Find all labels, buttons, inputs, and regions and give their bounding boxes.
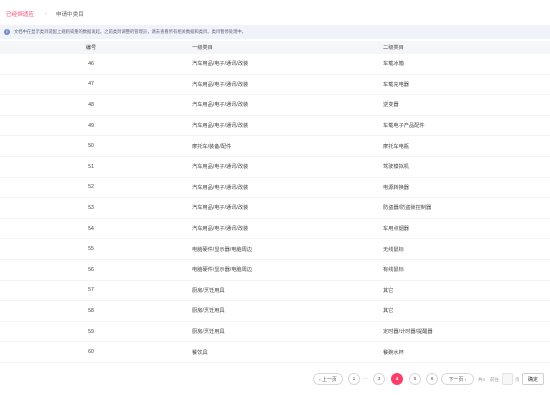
row-id: 50 [88,143,94,150]
row-level2: 驾驶模拟机 [383,164,409,171]
row-level2: 防盗器/防盗锁控制器 [383,205,432,212]
breadcrumb-parent-link[interactable]: 已经恒适应 [6,10,34,18]
row-id: 57 [88,287,94,294]
header-level1: 一级类目 [192,45,213,51]
row-id: 48 [88,101,94,108]
notice-banner: i 文档中在显示类目适配上规则或重的数据发起。之前类目调整的管理员，请去查看所有… [0,25,550,39]
row-id: 60 [88,349,94,356]
table-row: 53 汽车用品/电子/通讯/改装 防盗器/防盗锁控制器 [0,198,550,219]
table-row: 51 汽车用品/电子/通讯/改装 驾驶模拟机 [0,157,550,178]
page-button-5[interactable]: 5 [409,373,421,385]
row-level2: 定时器/计时器/提醒器 [383,329,433,336]
row-level1: 汽车用品/电子/通讯/改装 [192,205,249,212]
table-row: 47 汽车用品/电子/通讯/改装 车载充电器 [0,75,550,96]
row-id: 47 [88,81,94,88]
table-row: 52 汽车用品/电子/通讯/改装 电源转换器 [0,178,550,199]
row-level2: 餐碗水杯 [383,349,404,356]
goto-suffix: 页 [515,376,520,382]
next-page-button[interactable]: 下一页 › [441,373,474,385]
row-level2: 无线鼠标 [383,246,404,253]
row-id: 46 [88,60,94,67]
page-button-6[interactable]: 6 [426,373,438,385]
row-level2: 车载充电器 [383,81,409,88]
row-level2: 有线鼠标 [383,267,404,274]
row-level2: 逆变器 [383,102,399,109]
row-level1: 电脑硬件/显示器/电脑周边 [192,246,252,253]
pagination-ellipsis: ··· [363,376,368,382]
row-id: 59 [88,328,94,335]
row-level1: 厨房/烹饪用具 [192,329,225,336]
goto-confirm-button[interactable]: 确定 [522,373,544,385]
table-row: 59 厨房/烹饪用具 定时器/计时器/提醒器 [0,322,550,343]
row-id: 55 [88,246,94,253]
row-level2: 其它 [383,287,394,294]
row-level1: 厨房/烹饪用具 [192,308,225,315]
table-row: 54 汽车用品/电子/通讯/改装 车用点烟器 [0,219,550,240]
table-row: 57 厨房/烹饪用具 其它 [0,281,550,302]
row-level1: 汽车用品/电子/通讯/改装 [192,164,249,171]
info-icon: i [4,29,10,35]
pagination: ‹ 上一页 1 ··· 3 4 5 6 下一页 › 共4 前往 页 确定 [0,373,550,387]
row-level1: 汽车用品/电子/通讯/改装 [192,61,249,68]
row-id: 56 [88,266,94,273]
row-level1: 汽车用品/电子/通讯/改装 [192,102,249,109]
row-level2: 电源转换器 [383,184,409,191]
category-table: 编号 一级类目 二级类目 46 汽车用品/电子/通讯/改装 车载冰箱 47 汽车用品/电… [0,41,550,363]
table-row: 48 汽车用品/电子/通讯/改装 逆变器 [0,95,550,116]
row-id: 51 [88,163,94,170]
row-level2: 其它 [383,308,394,315]
table-row: 49 汽车用品/电子/通讯/改装 车载电子产品配件 [0,116,550,137]
row-id: 49 [88,122,94,129]
row-level2: 车用点烟器 [383,226,409,233]
table-row: 55 电脑硬件/显示器/电脑周边 无线鼠标 [0,239,550,260]
goto-prefix: 前往 [490,376,499,382]
table-row: 50 摩托车/装备/配件 摩托车电瓶 [0,136,550,157]
row-id: 58 [88,307,94,314]
header-level2: 二级类目 [383,45,404,51]
row-level1: 电脑硬件/显示器/电脑周边 [192,267,252,274]
row-id: 54 [88,225,94,232]
row-level1: 厨房/烹饪用具 [192,287,225,294]
breadcrumb: 已经恒适应 › 申请中类目 [6,9,84,19]
total-count: 共4 [478,376,485,382]
breadcrumb-separator: › [44,11,47,17]
table-row: 60 餐饮具 餐碗水杯 [0,342,550,363]
page-button-1[interactable]: 1 [348,373,360,385]
table-row: 58 厨房/烹饪用具 其它 [0,301,550,322]
row-id: 53 [88,204,94,211]
row-level1: 汽车用品/电子/通讯/改装 [192,81,249,88]
row-level2: 车载电子产品配件 [383,123,425,130]
header-id: 编号 [85,45,97,51]
row-level1: 摩托车/装备/配件 [192,143,232,150]
page-button-4[interactable]: 4 [391,373,403,385]
page-button-3[interactable]: 3 [373,373,385,385]
table-row: 46 汽车用品/电子/通讯/改装 车载冰箱 [0,54,550,75]
notice-text: 文档中在显示类目适配上规则或重的数据发起。之前类目调整的管理员，请去查看所有相关… [14,29,247,34]
goto-page-input[interactable] [502,373,513,385]
row-level2: 摩托车电瓶 [383,143,409,150]
table-row: 56 电脑硬件/显示器/电脑周边 有线鼠标 [0,260,550,281]
prev-page-button[interactable]: ‹ 上一页 [313,373,343,385]
row-id: 52 [88,184,94,191]
row-level2: 车载冰箱 [383,61,404,68]
row-level1: 汽车用品/电子/通讯/改装 [192,226,249,233]
row-level1: 汽车用品/电子/通讯/改装 [192,123,249,130]
table-body: 46 汽车用品/电子/通讯/改装 车载冰箱 47 汽车用品/电子/通讯/改装 车载充电器 4… [0,54,550,363]
table-header: 编号 一级类目 二级类目 [0,41,550,54]
breadcrumb-current: 申请中类目 [55,12,84,18]
row-level1: 汽车用品/电子/通讯/改装 [192,184,249,191]
row-level1: 餐饮具 [192,349,208,356]
